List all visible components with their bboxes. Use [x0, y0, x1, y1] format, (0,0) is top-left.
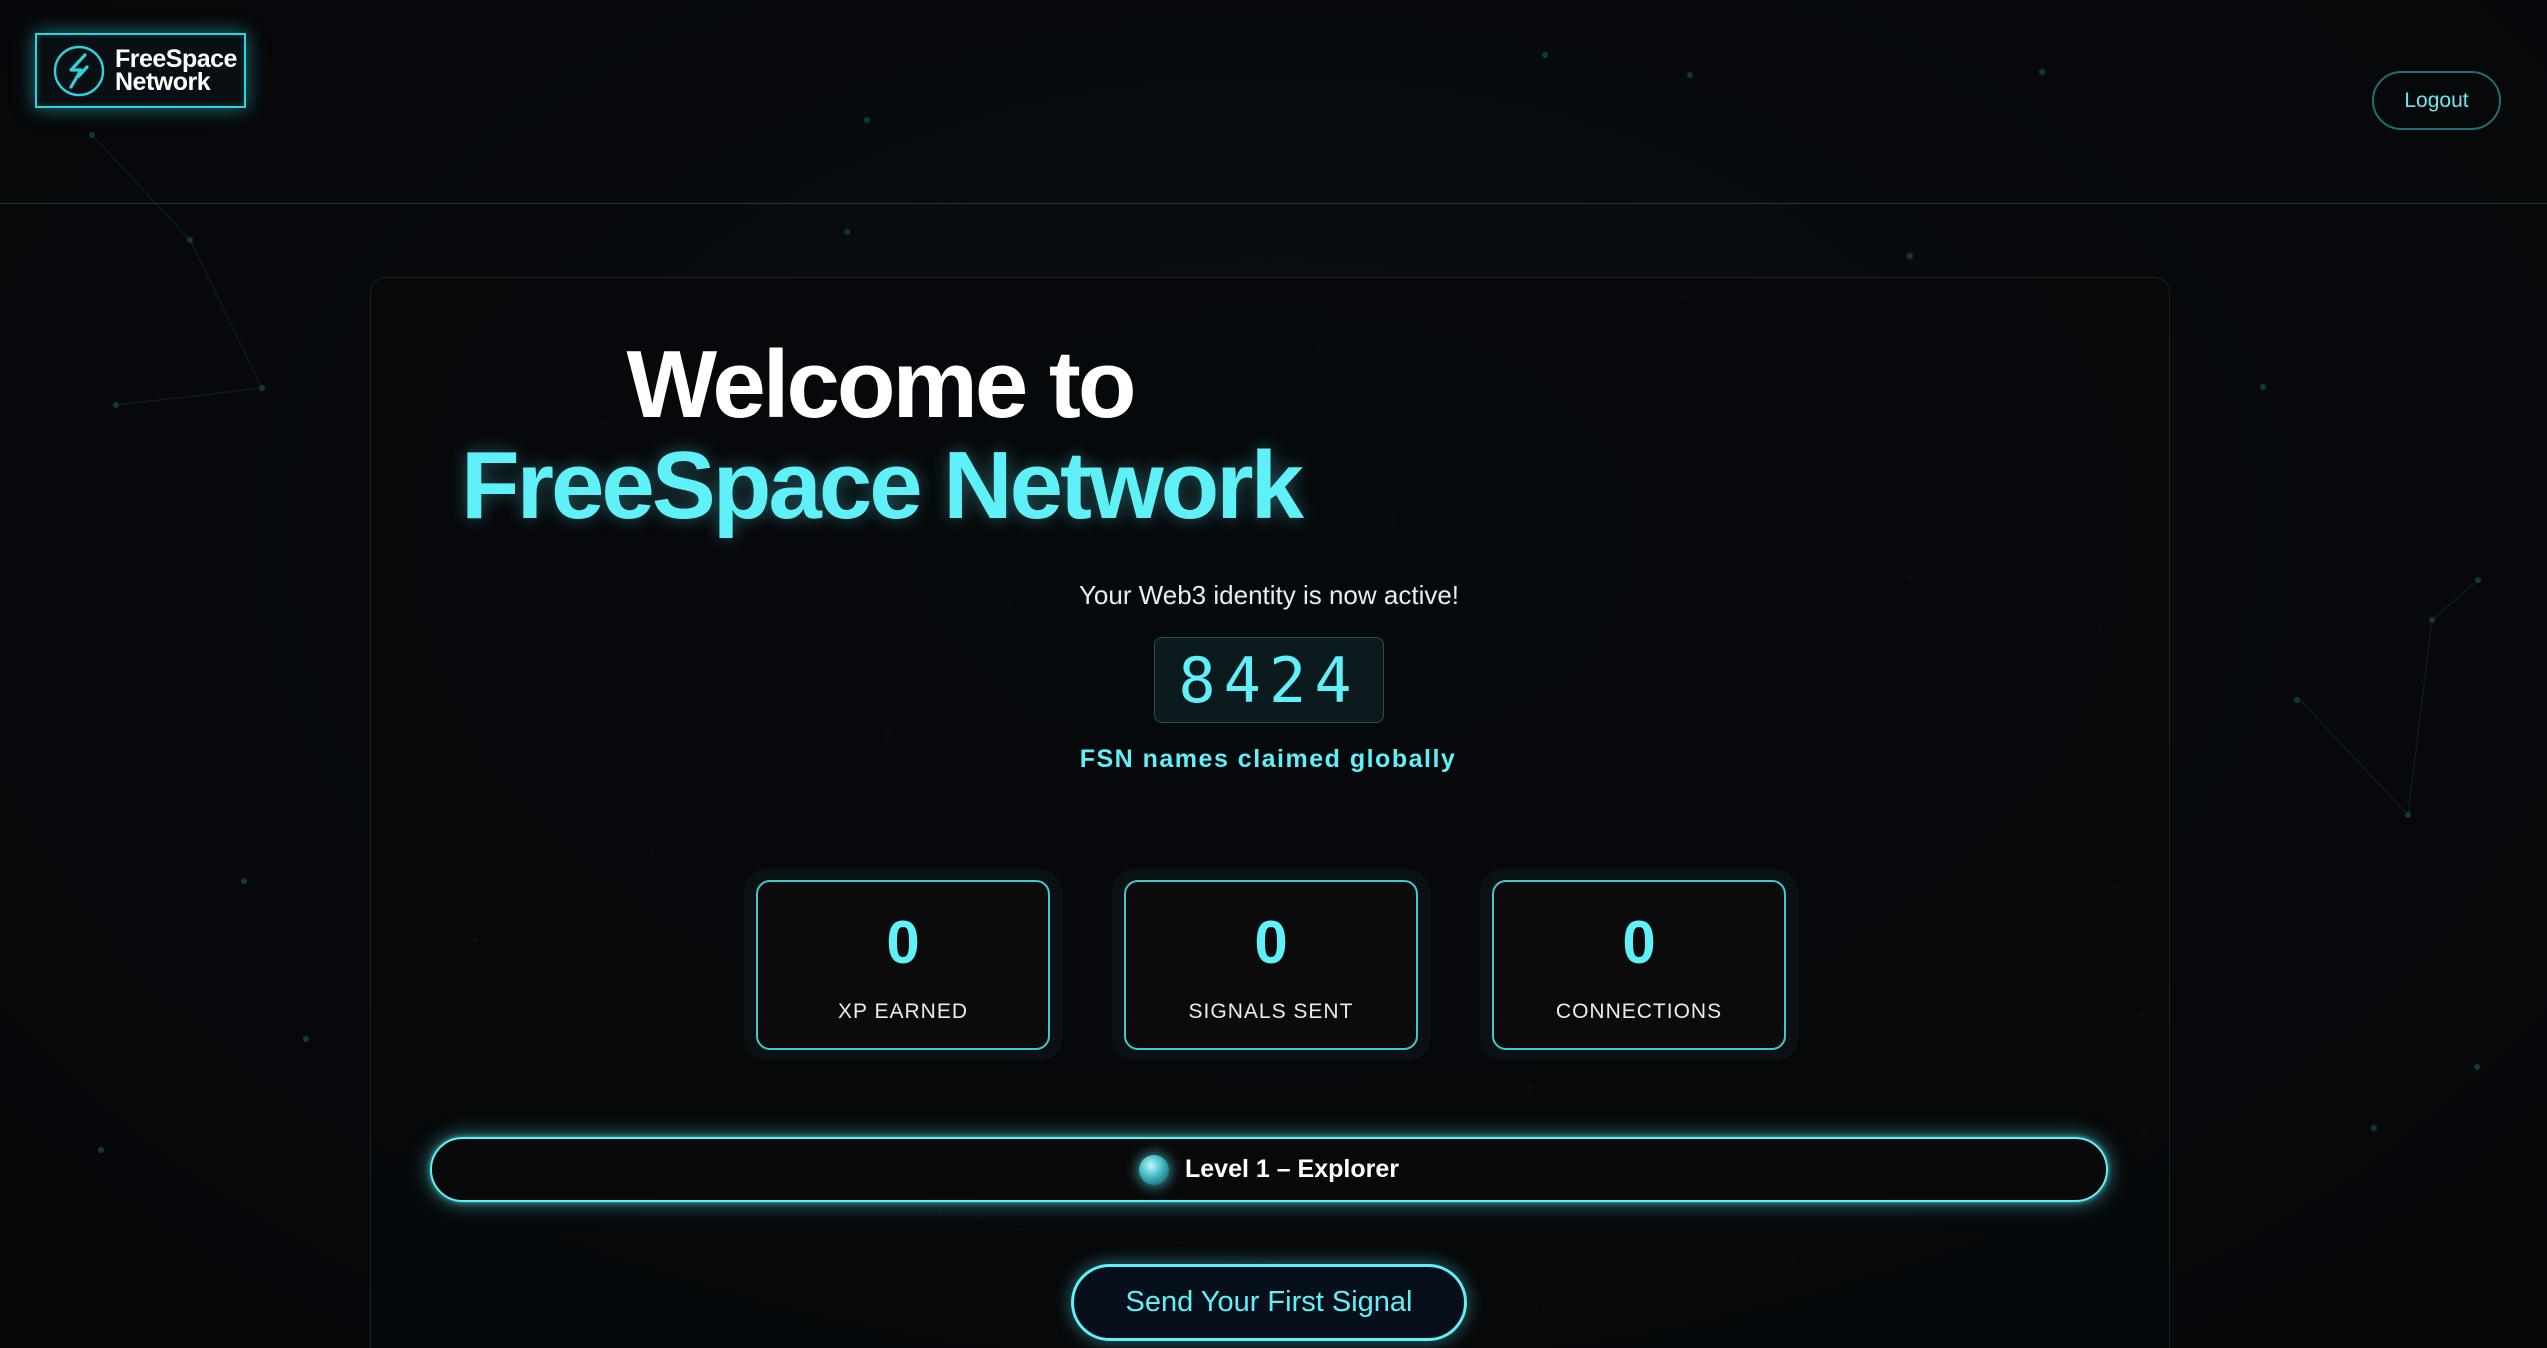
brand-wordmark: FreeSpace Network	[115, 46, 237, 96]
names-claimed-counter: 8424	[1154, 637, 1384, 723]
stat-label: XP EARNED	[838, 1000, 968, 1023]
stat-box: 0 CONNECTIONS	[1492, 880, 1786, 1050]
brand-logo[interactable]: FreeSpace Network	[35, 33, 246, 108]
app-root: FreeSpace Network Logout Welcome to Free…	[0, 0, 2547, 1348]
stat-box: 0 SIGNALS SENT	[1124, 880, 1418, 1050]
identity-status-text: Your Web3 identity is now active!	[1078, 580, 1460, 610]
stat-value: 0	[1254, 909, 1288, 976]
stat-card-connections: 0 CONNECTIONS	[1480, 869, 1798, 1061]
brand-title: FreeSpace Network	[460, 432, 1304, 539]
level-label: Level 1 – Explorer	[1184, 1155, 1399, 1183]
stat-label: CONNECTIONS	[1555, 1000, 1723, 1023]
stat-card-signals: 0 SIGNALS SENT	[1112, 869, 1430, 1061]
stat-box: 0 XP EARNED	[756, 880, 1050, 1050]
fsn-bolt-logo-icon	[53, 45, 105, 96]
stat-value: 0	[886, 909, 920, 976]
stat-value: 0	[1622, 909, 1656, 976]
level-badge: Level 1 – Explorer	[430, 1137, 2108, 1202]
top-header: FreeSpace Network Logout	[0, 0, 2547, 204]
brand-line-2: Network	[115, 67, 211, 96]
send-first-signal-button[interactable]: Send Your First Signal	[1071, 1264, 1467, 1341]
level-orb-icon	[1138, 1154, 1169, 1185]
welcome-title: Welcome to	[626, 331, 1137, 438]
stat-card-xp: 0 XP EARNED	[744, 869, 1062, 1061]
logout-button[interactable]: Logout	[2372, 71, 2501, 130]
stat-label: SIGNALS SENT	[1188, 1000, 1354, 1023]
names-claimed-label: FSN names claimed globally	[1079, 745, 1457, 773]
